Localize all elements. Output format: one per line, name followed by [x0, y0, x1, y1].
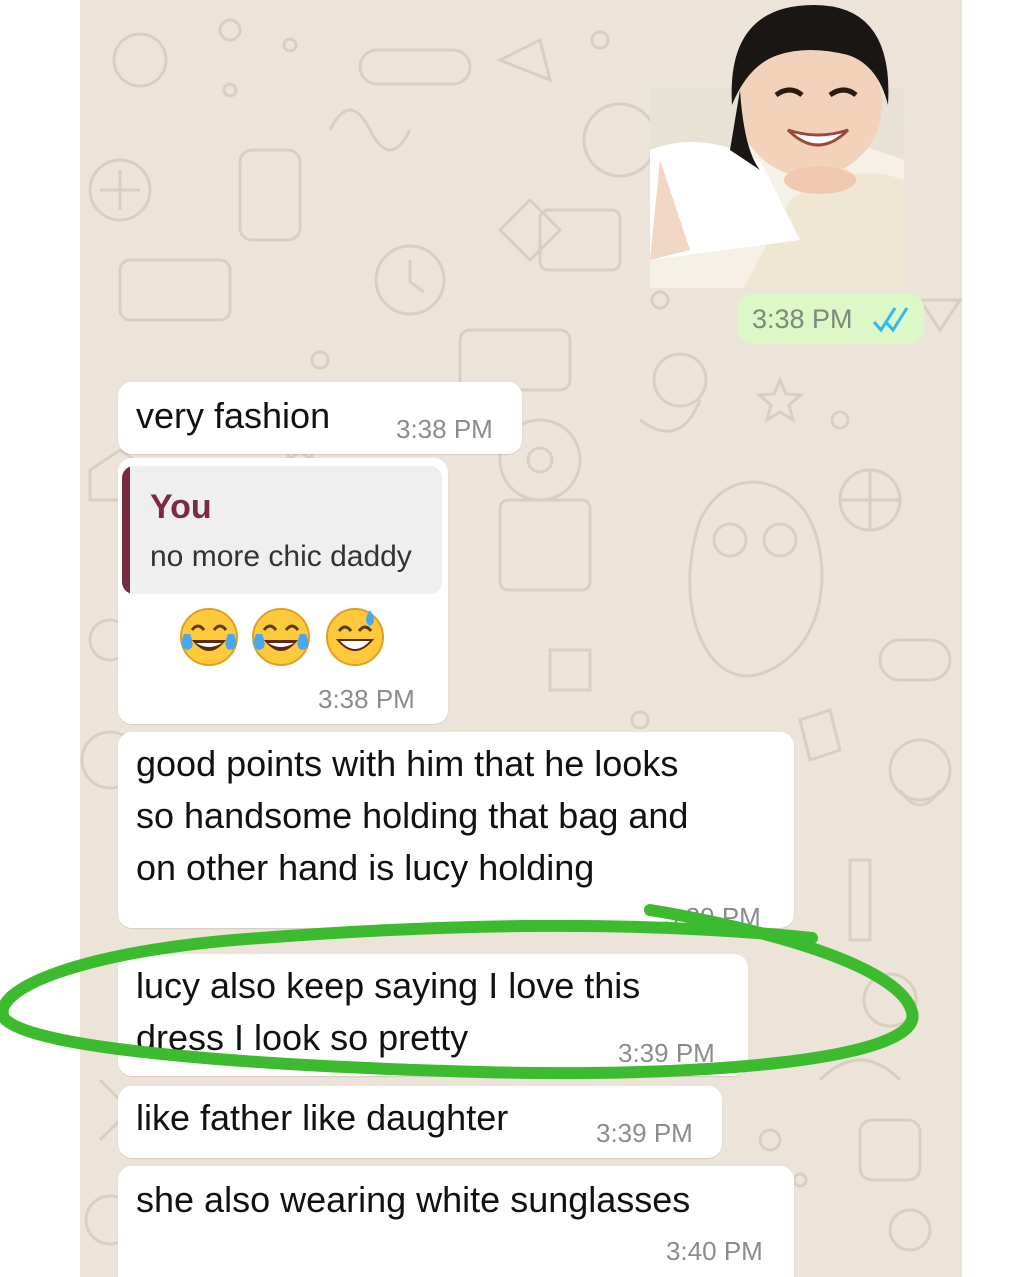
tears-of-joy-emoji — [180, 608, 238, 666]
timestamp: 3:39 PM — [618, 1038, 715, 1068]
incoming-message[interactable]: she also wearing white sunglasses 3:40 P… — [118, 1166, 794, 1277]
timestamp: 3:38 PM — [318, 684, 415, 714]
double-check-icon — [872, 307, 909, 333]
message-line: so handsome holding that bag and — [136, 795, 689, 836]
quote-accent-bar — [122, 466, 130, 594]
sent-photo-timestamp: 3:38 PM — [738, 294, 924, 344]
quoted-text: no more chic daddy — [150, 540, 412, 573]
incoming-message[interactable]: very fashion 3:38 PM — [118, 382, 522, 454]
incoming-message[interactable]: lucy also keep saying I love this dress … — [118, 954, 748, 1076]
sent-photo-message[interactable] — [650, 0, 904, 288]
timestamp: 3:38 PM — [396, 414, 493, 444]
incoming-message[interactable]: like father like daughter 3:39 PM — [118, 1086, 722, 1158]
message-text: she also wearing white sunglasses — [136, 1179, 691, 1220]
timestamp: 3:40 PM — [666, 1236, 763, 1266]
chat-background: 3:38 PM very fashion 3:38 PM 3:38 PM You… — [80, 0, 962, 1277]
message-line: dress I look so pretty — [136, 1017, 469, 1058]
timestamp: 3:39 PM — [664, 902, 761, 932]
quoted-author: You — [150, 488, 212, 526]
quoted-message[interactable]: You no more chic daddy — [122, 466, 442, 594]
emoji-row — [178, 606, 388, 670]
incoming-message[interactable]: good points with him that he looks so ha… — [118, 732, 794, 932]
message-text: very fashion — [136, 395, 331, 436]
message-line: on other hand is lucy holding — [136, 847, 595, 888]
message-text: like father like daughter — [136, 1097, 509, 1138]
timestamp: 3:38 PM — [752, 304, 853, 334]
message-line: lucy also keep saying I love this — [136, 965, 641, 1006]
child-photo — [650, 0, 904, 288]
grinning-sweat-emoji — [326, 608, 384, 666]
message-line: good points with him that he looks — [136, 743, 679, 784]
tears-of-joy-emoji — [252, 608, 310, 666]
timestamp: 3:39 PM — [596, 1118, 693, 1148]
